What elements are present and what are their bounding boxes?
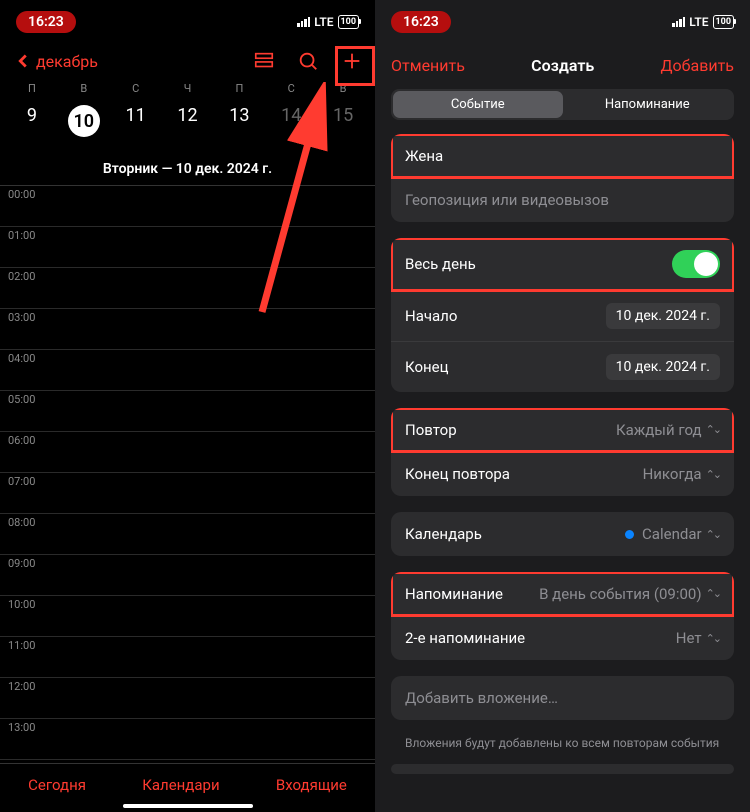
- calendar-row[interactable]: Календарь Calendar⌃⌄: [391, 512, 734, 556]
- day-cell[interactable]: 9: [6, 99, 58, 143]
- start-date-value[interactable]: 10 дек. 2024 г.: [606, 303, 720, 329]
- selector-icon: ⌃⌄: [706, 423, 720, 436]
- hour-row: 10:00: [0, 596, 375, 637]
- day-cell[interactable]: 13: [213, 99, 265, 143]
- hour-row: 12:00: [0, 678, 375, 719]
- second-alert-row[interactable]: 2-е напоминание Нет⌃⌄: [391, 616, 734, 660]
- end-date-value[interactable]: 10 дек. 2024 г.: [606, 354, 720, 380]
- chevron-left-icon: [12, 50, 34, 72]
- cancel-button[interactable]: Отменить: [391, 56, 465, 75]
- status-time: 16:23: [16, 11, 76, 33]
- calendar-group: Календарь Calendar⌃⌄: [391, 512, 734, 556]
- all-day-row: Весь день: [391, 238, 734, 291]
- day-numbers-row: 9 10 11 12 13 14 15: [0, 95, 375, 153]
- hour-row: 13:00: [0, 719, 375, 760]
- status-bar: 16:23 LTE 100: [375, 0, 750, 44]
- hour-row: 01:00: [0, 227, 375, 268]
- day-cell[interactable]: 14: [265, 99, 317, 143]
- add-button[interactable]: Добавить: [661, 56, 734, 75]
- selector-icon: ⌃⌄: [706, 468, 720, 481]
- segmented-control[interactable]: Событие Напоминание: [391, 89, 734, 120]
- hour-row: 04:00: [0, 350, 375, 391]
- status-time: 16:23: [391, 11, 451, 33]
- signal-icon: [297, 17, 310, 27]
- today-button[interactable]: Сегодня: [28, 776, 86, 794]
- hour-row: 05:00: [0, 391, 375, 432]
- selected-day-title: Вторник — 10 дек. 2024 г.: [0, 153, 375, 186]
- month-label: декабрь: [36, 52, 98, 71]
- segment-reminder[interactable]: Напоминание: [563, 91, 733, 118]
- hour-grid[interactable]: 00:00 01:00 02:00 03:00 04:00 05:00 06:0…: [0, 186, 375, 763]
- alert-row[interactable]: Напоминание В день события (09:00)⌃⌄: [391, 572, 734, 616]
- start-date-row[interactable]: Начало 10 дек. 2024 г.: [391, 291, 734, 342]
- add-button-highlight: [335, 46, 375, 86]
- weekday-label: С: [265, 82, 317, 95]
- selector-icon: ⌃⌄: [706, 528, 720, 541]
- partial-group: [391, 764, 734, 774]
- inbox-button[interactable]: Входящие: [276, 776, 347, 794]
- day-cell[interactable]: 15: [317, 99, 369, 143]
- back-to-month-button[interactable]: декабрь: [12, 50, 98, 72]
- status-indicators: LTE 100: [672, 15, 734, 29]
- weekday-row: П В С Ч П С В: [0, 82, 375, 95]
- location-field[interactable]: Геопозиция или видеовызов: [391, 178, 734, 222]
- hour-row: 00:00: [0, 186, 375, 227]
- hour-row: 09:00: [0, 555, 375, 596]
- modal-header: Отменить Создать Добавить: [375, 44, 750, 87]
- hour-row: 11:00: [0, 637, 375, 678]
- alert-group: Напоминание В день события (09:00)⌃⌄ 2-е…: [391, 572, 734, 660]
- add-attachment-row[interactable]: Добавить вложение…: [391, 676, 734, 720]
- battery-icon: 100: [713, 15, 735, 29]
- create-event-modal: 16:23 LTE 100 Отменить Создать Добавить …: [375, 0, 750, 812]
- weekday-label: С: [110, 82, 162, 95]
- calendar-day-view: 16:23 LTE 100 декабрь П В С Ч П С В 9 10: [0, 0, 375, 812]
- battery-icon: 100: [338, 15, 360, 29]
- segment-event[interactable]: Событие: [393, 91, 563, 118]
- date-time-group: Весь день Начало 10 дек. 2024 г. Конец 1…: [391, 238, 734, 392]
- form-body[interactable]: Жена Геопозиция или видеовызов Весь день…: [375, 134, 750, 812]
- day-cell[interactable]: 12: [162, 99, 214, 143]
- hour-row: 08:00: [0, 514, 375, 555]
- selector-icon: ⌃⌄: [706, 632, 720, 645]
- signal-icon: [672, 17, 685, 27]
- home-indicator[interactable]: [123, 804, 253, 808]
- list-view-icon[interactable]: [253, 50, 275, 72]
- day-cell[interactable]: 11: [110, 99, 162, 143]
- selector-icon: ⌃⌄: [706, 587, 720, 600]
- hour-row: 02:00: [0, 268, 375, 309]
- hour-row: 06:00: [0, 432, 375, 473]
- status-indicators: LTE 100: [297, 15, 359, 29]
- search-icon[interactable]: [297, 50, 319, 72]
- bottom-tab-bar: Сегодня Календари Входящие: [0, 763, 375, 798]
- repeat-group: Повтор Каждый год⌃⌄ Конец повтора Никогд…: [391, 408, 734, 496]
- attachment-footnote: Вложения будут добавлены ко всем повтора…: [391, 736, 734, 764]
- network-label: LTE: [689, 15, 708, 29]
- weekday-label: Ч: [162, 82, 214, 95]
- title-field[interactable]: Жена: [391, 134, 734, 178]
- title-location-group: Жена Геопозиция или видеовызов: [391, 134, 734, 222]
- weekday-label: В: [58, 82, 110, 95]
- status-bar: 16:23 LTE 100: [0, 0, 375, 44]
- attachment-group: Добавить вложение…: [391, 676, 734, 720]
- hour-row: 07:00: [0, 473, 375, 514]
- calendar-color-dot: [625, 530, 634, 539]
- all-day-toggle[interactable]: [672, 250, 720, 278]
- day-cell-selected[interactable]: 10: [58, 99, 110, 143]
- repeat-end-row[interactable]: Конец повтора Никогда⌃⌄: [391, 452, 734, 496]
- calendar-header: декабрь: [0, 44, 375, 82]
- calendars-button[interactable]: Календари: [142, 776, 219, 794]
- end-date-row[interactable]: Конец 10 дек. 2024 г.: [391, 342, 734, 392]
- modal-title: Создать: [531, 56, 594, 75]
- weekday-label: П: [213, 82, 265, 95]
- repeat-row[interactable]: Повтор Каждый год⌃⌄: [391, 408, 734, 452]
- hour-row: 03:00: [0, 309, 375, 350]
- weekday-label: П: [6, 82, 58, 95]
- network-label: LTE: [314, 15, 333, 29]
